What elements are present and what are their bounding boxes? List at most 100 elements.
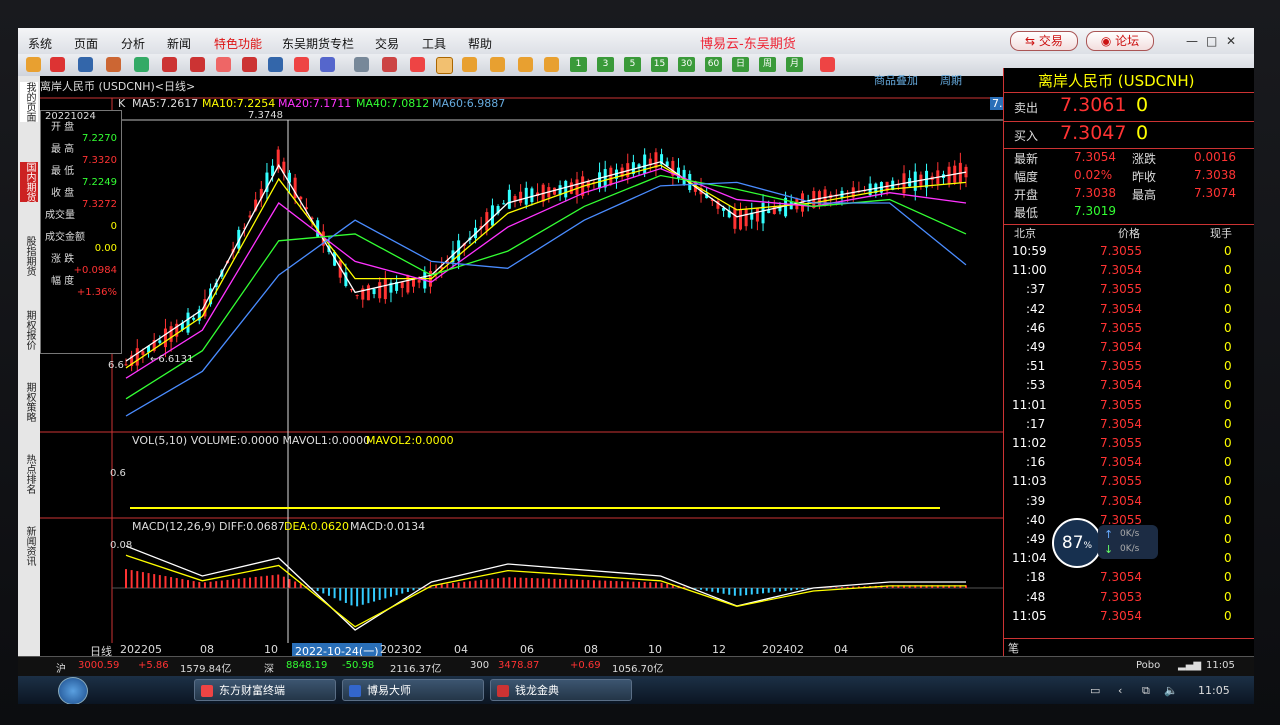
home-icon[interactable] (50, 57, 65, 72)
chart-area[interactable]: 离岸人民币 (USDCNH)<日线> 商品叠加 周期 K MA5:7.2617 … (40, 74, 1033, 659)
tick-row[interactable]: :37 7.3055 0 (1004, 280, 1254, 299)
tab-domestic-futures[interactable]: 国内期货 (20, 162, 38, 202)
period-30min-button[interactable]: 30 (678, 57, 695, 72)
keyboard-icon[interactable]: ▭ (1090, 684, 1100, 697)
refresh-icon[interactable] (134, 57, 149, 72)
tray-arrow-icon[interactable]: ‹ (1118, 684, 1122, 697)
ma60-label: MA60:6.9887 (432, 97, 506, 110)
stat-value: 7.3074 (1194, 186, 1236, 200)
calendar-icon[interactable] (820, 57, 835, 72)
settings-icon[interactable] (320, 57, 335, 72)
tick-row[interactable]: :42 7.3054 0 (1004, 300, 1254, 319)
back-icon[interactable] (26, 57, 41, 72)
tab-hot-ranking[interactable]: 热点排名 (20, 454, 38, 494)
x-label-12: 12 (712, 643, 726, 656)
tick-row[interactable]: :53 7.3054 0 (1004, 376, 1254, 395)
period-5min-button[interactable]: 5 (624, 57, 641, 72)
tick-volume: 0 (1224, 340, 1232, 354)
menu-trade[interactable]: 交易 (375, 35, 399, 52)
network-icon[interactable]: ⧉ (1142, 684, 1150, 698)
menu-page[interactable]: 页面 (74, 35, 98, 52)
tick-row[interactable]: :51 7.3055 0 (1004, 357, 1254, 376)
taskbar-item-eastmoney[interactable]: 东方财富终端 (194, 679, 336, 701)
zoom-out-icon[interactable] (190, 57, 205, 72)
tick-row[interactable]: :49 7.3054 0 (1004, 338, 1254, 357)
list-icon[interactable] (354, 57, 369, 72)
volume-icon[interactable]: 🔈 (1164, 684, 1178, 697)
tick-volume: 0 (1224, 589, 1232, 604)
tick-row[interactable]: 10:59 7.3055 0 (1004, 242, 1254, 261)
tab-index-futures[interactable]: 股指期货 (20, 236, 38, 276)
grid-icon[interactable] (490, 57, 505, 72)
tick-row[interactable]: :18 7.3054 0 (1004, 568, 1254, 587)
tab-news[interactable]: 新闻资讯 (20, 526, 38, 566)
candle-icon[interactable] (410, 57, 425, 72)
period-15min-button[interactable]: 15 (651, 57, 668, 72)
taskbar-clock[interactable]: 11:05 (1198, 684, 1230, 697)
pen-icon[interactable] (242, 57, 257, 72)
tick-time: :49 (1026, 532, 1046, 546)
trade-button[interactable]: ⇆ 交易 (1010, 31, 1078, 51)
menu-help[interactable]: 帮助 (468, 35, 492, 52)
kline-chart[interactable] (40, 76, 1003, 656)
tick-volume: 0 (1224, 378, 1232, 393)
menu-analysis[interactable]: 分析 (121, 35, 145, 52)
tab-options-strategy[interactable]: 期权策略 (20, 382, 38, 422)
tick-price: 7.3055 (1100, 474, 1142, 489)
tick-row[interactable]: 11:00 7.3054 0 (1004, 261, 1254, 280)
menu-news[interactable]: 新闻 (167, 35, 191, 52)
ma10-label: MA10:7.2254 (202, 97, 276, 110)
tick-volume: 0 (1224, 263, 1232, 278)
macd-axis-label: 0.08 (110, 540, 133, 551)
period-day-button[interactable]: 日 (732, 57, 749, 72)
menu-dongwu-column[interactable]: 东吴期货专栏 (282, 35, 354, 52)
menu-featured[interactable]: 特色功能 (214, 35, 262, 52)
period-link[interactable]: 周期 (940, 72, 962, 88)
tick-list[interactable]: 10:59 7.3055 0 11:00 7.3054 0:37 7.3055 0:42 7.3… (1004, 242, 1254, 623)
sh-change: +5.86 (138, 660, 169, 671)
tick-row[interactable]: :46 7.3055 0 (1004, 319, 1254, 338)
book-icon[interactable] (106, 57, 121, 72)
start-button[interactable] (58, 677, 88, 704)
maximize-icon[interactable]: □ (1206, 34, 1217, 48)
indicator-icon[interactable] (518, 57, 533, 72)
tick-row[interactable]: :17 7.3054 0 (1004, 415, 1254, 434)
period-3min-button[interactable]: 3 (597, 57, 614, 72)
overlay-link[interactable]: 商品叠加 (874, 72, 918, 88)
cross-icon[interactable] (544, 57, 559, 72)
period-1min-button[interactable]: 1 (570, 57, 587, 72)
tab-my-pages[interactable]: 我的页面 (20, 82, 38, 122)
tick-row[interactable]: 11:03 7.3055 0 (1004, 472, 1254, 491)
sz-index: 8848.19 (286, 660, 328, 671)
filter-icon[interactable] (294, 57, 309, 72)
tick-row[interactable]: :48 7.3053 0 (1004, 588, 1254, 607)
tick-row[interactable]: 11:05 7.3054 0 (1004, 607, 1254, 626)
tick-row[interactable]: 11:02 7.3055 0 (1004, 434, 1254, 453)
menu-system[interactable]: 系统 (28, 35, 52, 52)
candle-body (355, 295, 359, 297)
taskbar-item-boyi[interactable]: 博易大师 (342, 679, 484, 701)
close-icon[interactable]: ✕ (1226, 34, 1236, 48)
tick-price: 7.3055 (1100, 359, 1142, 374)
period-month-button[interactable]: 月 (786, 57, 803, 72)
quote-icon[interactable] (78, 57, 93, 72)
tab-options-quotes[interactable]: 期权报价 (20, 310, 38, 350)
menu-tools[interactable]: 工具 (422, 35, 446, 52)
line-chart-icon[interactable] (382, 57, 397, 72)
stat-value: 7.3038 (1074, 186, 1116, 200)
speed-gauge[interactable]: 87% (1052, 518, 1102, 568)
zoom-in-icon[interactable] (162, 57, 177, 72)
period-60min-button[interactable]: 60 (705, 57, 722, 72)
link-icon[interactable] (268, 57, 283, 72)
period-week-button[interactable]: 周 (759, 57, 776, 72)
kline-icon[interactable] (436, 57, 453, 74)
taskbar-item-qianlong[interactable]: 钱龙金典 (490, 679, 632, 701)
bar-icon[interactable] (462, 57, 477, 72)
ma40-label: MA40:7.0812 (356, 97, 430, 110)
edit-icon[interactable] (216, 57, 231, 72)
minimize-icon[interactable]: — (1186, 34, 1198, 48)
forum-button[interactable]: ◉ 论坛 (1086, 31, 1154, 51)
tick-row[interactable]: 11:01 7.3055 0 (1004, 396, 1254, 415)
tick-row[interactable]: :16 7.3054 0 (1004, 453, 1254, 472)
tick-row[interactable]: :39 7.3054 0 (1004, 492, 1254, 511)
